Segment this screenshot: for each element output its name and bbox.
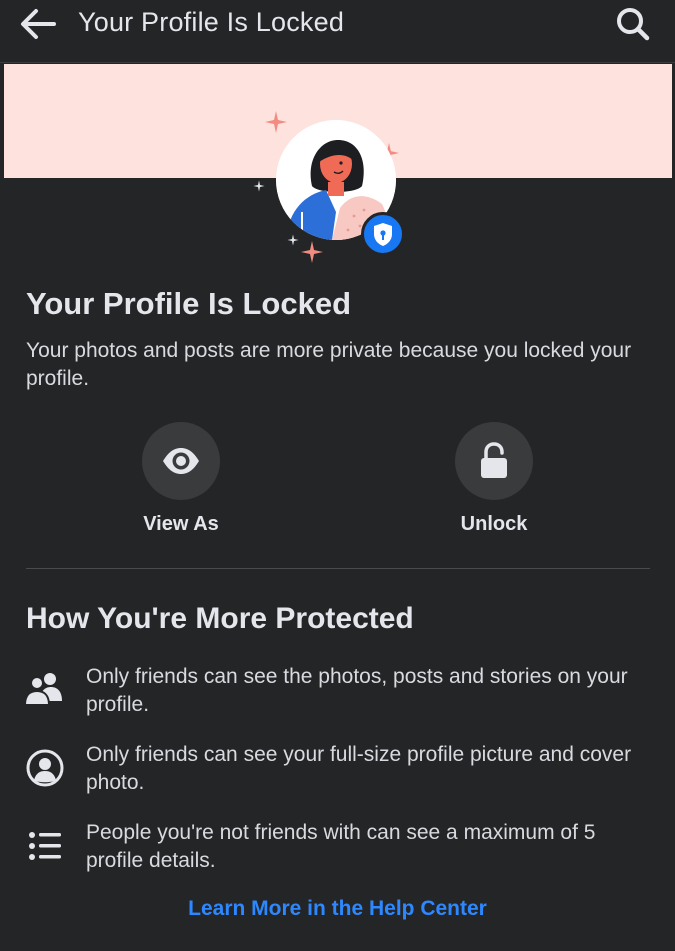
unlock-icon: [481, 442, 507, 478]
top-bar: Your Profile Is Locked: [0, 0, 675, 63]
protection-item-text: Only friends can see your full-size prof…: [86, 743, 632, 794]
section-title: Your Profile Is Locked: [26, 286, 352, 321]
sparkle-icon: [301, 241, 323, 263]
list-icon: [29, 832, 61, 860]
view-as-label: View As: [143, 513, 219, 535]
eye-icon: [163, 448, 199, 474]
protection-heading: How You're More Protected: [26, 602, 414, 635]
shield-lock-badge: [361, 212, 405, 256]
protection-item-text: People you're not friends with can see a…: [86, 821, 596, 872]
lock-description: Your photos and posts are more private b…: [26, 339, 632, 390]
sparkle-icon: [253, 180, 265, 192]
view-as-circle[interactable]: [142, 422, 220, 500]
section-divider: [26, 568, 650, 569]
shield-lock-icon: [374, 223, 392, 246]
unlock-circle[interactable]: [455, 422, 533, 500]
view-as-button[interactable]: View As: [101, 422, 261, 536]
protection-item-text: Only friends can see the photos, posts a…: [86, 665, 628, 716]
profile-circle-icon: [26, 749, 64, 787]
help-center-link[interactable]: Learn More in the Help Center: [0, 897, 675, 921]
page-title: Your Profile Is Locked: [78, 7, 345, 37]
unlock-button[interactable]: Unlock: [414, 422, 574, 536]
arrow-left-icon: [21, 9, 56, 39]
search-icon: [617, 8, 650, 41]
back-button[interactable]: [18, 6, 60, 42]
unlock-label: Unlock: [460, 513, 528, 535]
friends-icon: [24, 673, 62, 706]
search-button[interactable]: [613, 4, 653, 44]
